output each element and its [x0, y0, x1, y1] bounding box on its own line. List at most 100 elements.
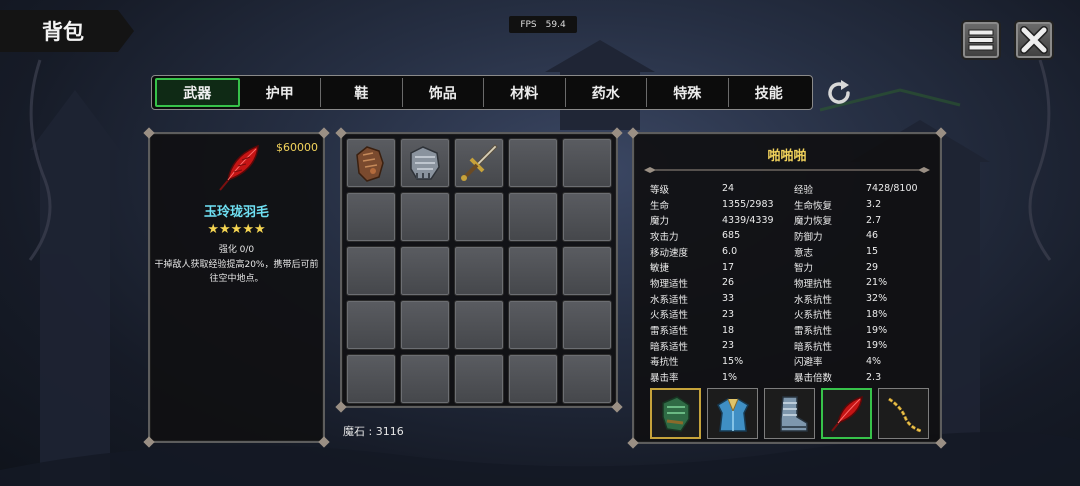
red-feather-icon [830, 395, 863, 432]
inventory-slot[interactable] [508, 354, 558, 404]
stat-value: 23 [722, 340, 735, 352]
inventory-slot[interactable] [562, 192, 612, 242]
stat-label: 暴击率 [650, 373, 679, 385]
tab-skills[interactable]: 技能 [729, 78, 810, 107]
stat-value: 4339/4339 [722, 214, 774, 226]
sword-icon [461, 144, 498, 181]
tab-armor[interactable]: 护甲 [240, 78, 321, 107]
inventory-slot[interactable] [400, 300, 450, 350]
inventory-slot[interactable] [346, 192, 396, 242]
inventory-slot[interactable] [562, 138, 612, 188]
green-gauntlet-icon [661, 395, 690, 432]
equip-slot-accessory[interactable] [821, 388, 872, 439]
inventory-slot[interactable] [400, 138, 450, 188]
tab-materials[interactable]: 材料 [484, 78, 566, 107]
inventory-slot[interactable] [346, 246, 396, 296]
category-tabs: 武器 护甲 鞋 饰品 材料 药水 特殊 技能 [151, 75, 813, 110]
inventory-slot[interactable] [454, 138, 504, 188]
stat-value: 17 [722, 261, 735, 273]
stat-value: 33 [722, 293, 735, 305]
stat-row: 雷系适性 18 雷系抗性 19% [650, 322, 940, 338]
refresh-button[interactable] [822, 78, 856, 108]
stat-label: 水系适性 [650, 294, 689, 306]
tab-weapons[interactable]: 武器 [155, 78, 240, 107]
stat-value: 29 [866, 261, 879, 273]
gold-chain-icon [887, 397, 922, 432]
inventory-panel [335, 127, 623, 413]
stat-label: 雷系适性 [650, 326, 689, 338]
equip-slot-boots[interactable] [764, 388, 815, 439]
stat-row: 暗系适性 23 暗系抗性 19% [650, 338, 940, 354]
close-button[interactable] [1014, 20, 1054, 60]
inventory-slot[interactable] [400, 192, 450, 242]
stat-label: 闪避率 [794, 357, 823, 369]
stat-label: 火系抗性 [794, 310, 833, 322]
stat-label: 攻击力 [650, 231, 679, 243]
stat-value: 15 [866, 246, 879, 258]
stat-label: 移动速度 [650, 247, 689, 259]
stat-value: 6.0 [722, 246, 738, 258]
inventory-slot[interactable] [400, 354, 450, 404]
equip-slot-necklace[interactable] [878, 388, 929, 439]
stat-value: 685 [722, 230, 741, 242]
inventory-slot[interactable] [562, 354, 612, 404]
tab-potions[interactable]: 药水 [566, 78, 647, 107]
item-name: 玉玲珑羽毛 [203, 205, 269, 220]
inventory-slot[interactable] [508, 300, 558, 350]
tab-special[interactable]: 特殊 [647, 78, 729, 107]
blue-armor-icon [716, 397, 749, 432]
refresh-icon [828, 80, 850, 104]
steel-gauntlet-icon [410, 146, 440, 180]
inventory-slot[interactable] [346, 300, 396, 350]
inventory-slot[interactable] [562, 246, 612, 296]
ornamental-divider [644, 167, 930, 173]
inventory-slot[interactable] [346, 138, 396, 188]
character-name: 啪啪啪 [767, 149, 807, 164]
inventory-slot[interactable] [454, 300, 504, 350]
menu-icon [968, 29, 994, 51]
stat-label: 敏捷 [650, 263, 670, 275]
stat-label: 意志 [794, 247, 814, 259]
stat-value: 7428/8100 [866, 183, 918, 195]
tab-shoes[interactable]: 鞋 [321, 78, 403, 107]
stat-value: 3.2 [866, 199, 882, 211]
inventory-slot[interactable] [400, 246, 450, 296]
stat-value: 1355/2983 [722, 199, 774, 211]
stat-value: 24 [722, 183, 735, 195]
stat-row: 水系适性 33 水系抗性 32% [650, 291, 940, 307]
stat-value: 1% [722, 371, 738, 383]
inventory-slot[interactable] [346, 354, 396, 404]
inventory-slot[interactable] [454, 246, 504, 296]
stat-label: 物理适性 [650, 278, 689, 290]
item-price: $60000 [276, 141, 318, 154]
inventory-slot[interactable] [562, 300, 612, 350]
stat-value: 32% [866, 293, 888, 305]
stat-row: 攻击力 685 防御力 46 [650, 228, 940, 244]
inventory-slot[interactable] [454, 354, 504, 404]
stat-label: 暴击倍数 [794, 373, 833, 385]
equip-slot-gauntlet[interactable] [650, 388, 701, 439]
tab-accessories[interactable]: 饰品 [403, 78, 484, 107]
page-title: 背包 [42, 20, 84, 44]
red-feather-icon [219, 144, 259, 191]
equip-slot-armor[interactable] [707, 388, 758, 439]
stat-row: 暴击率 1% 暴击倍数 2.3 [650, 369, 940, 385]
inventory-slot[interactable] [454, 192, 504, 242]
stat-value: 18% [866, 308, 888, 320]
stat-value: 19% [866, 340, 888, 352]
fps-value: 59.4 [545, 19, 566, 30]
stat-label: 经验 [794, 184, 814, 196]
stat-row: 敏捷 17 智力 29 [650, 259, 940, 275]
stat-value: 26 [722, 277, 735, 289]
stat-value: 18 [722, 324, 735, 336]
stat-value: 23 [722, 308, 735, 320]
stat-label: 等级 [650, 184, 670, 196]
inventory-slot[interactable] [508, 192, 558, 242]
stat-label: 毒抗性 [650, 357, 679, 369]
menu-button[interactable] [961, 20, 1001, 60]
stat-row: 移动速度 6.0 意志 15 [650, 244, 940, 260]
stat-row: 毒抗性 15% 闪避率 4% [650, 354, 940, 370]
stat-value: 21% [866, 277, 888, 289]
inventory-slot[interactable] [508, 138, 558, 188]
inventory-slot[interactable] [508, 246, 558, 296]
